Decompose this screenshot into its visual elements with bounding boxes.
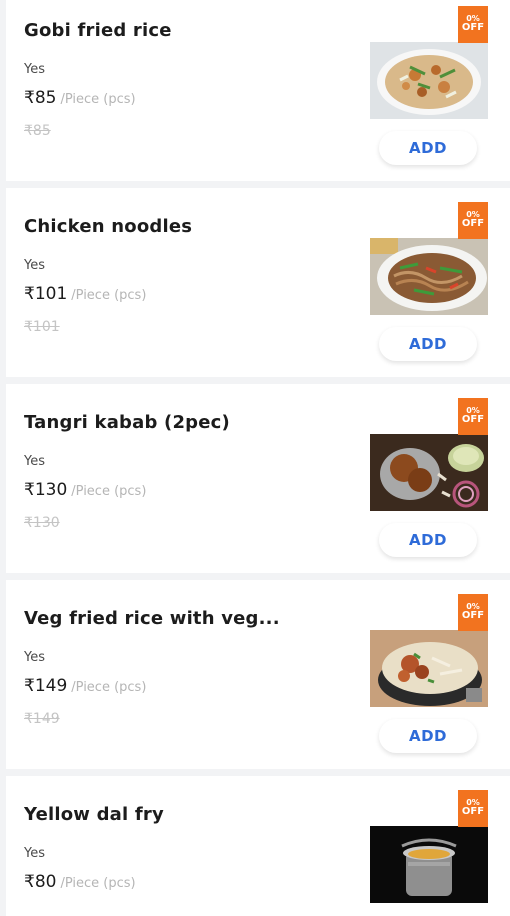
product-price: ₹85	[24, 88, 57, 108]
product-image[interactable]	[370, 238, 488, 315]
original-price: ₹130	[24, 515, 60, 531]
veg-indicator: Yes	[24, 846, 45, 861]
original-price: ₹101	[24, 319, 60, 335]
add-button[interactable]: ADD	[379, 327, 477, 361]
product-card[interactable]: Tangri kabab (2pec) Yes ₹130/Piece (pcs)…	[6, 384, 510, 573]
product-price: ₹80	[24, 872, 57, 892]
add-button[interactable]: ADD	[379, 719, 477, 753]
price-unit: /Piece (pcs)	[71, 288, 147, 303]
veg-indicator: Yes	[24, 454, 45, 469]
product-card[interactable]: Chicken noodles Yes ₹101/Piece (pcs) ₹10…	[6, 188, 510, 377]
discount-badge: 0% OFF	[458, 202, 488, 239]
veg-indicator: Yes	[24, 650, 45, 665]
product-card[interactable]: Yellow dal fry Yes ₹80/Piece (pcs) 0% OF…	[6, 776, 510, 916]
product-name[interactable]: Yellow dal fry	[24, 804, 354, 825]
veg-indicator: Yes	[24, 258, 45, 273]
price-row: ₹101/Piece (pcs)	[24, 284, 146, 304]
product-name[interactable]: Veg fried rice with veg...	[24, 608, 354, 629]
add-button[interactable]: ADD	[379, 131, 477, 165]
price-row: ₹80/Piece (pcs)	[24, 872, 136, 892]
product-image[interactable]	[370, 826, 488, 903]
original-price: ₹85	[24, 123, 51, 139]
product-name[interactable]: Gobi fried rice	[24, 20, 354, 41]
product-price: ₹101	[24, 284, 68, 304]
discount-badge: 0% OFF	[458, 6, 488, 43]
product-name[interactable]: Tangri kabab (2pec)	[24, 412, 354, 433]
discount-badge: 0% OFF	[458, 594, 488, 631]
price-row: ₹85/Piece (pcs)	[24, 88, 136, 108]
product-name[interactable]: Chicken noodles	[24, 216, 354, 237]
product-price: ₹149	[24, 676, 68, 696]
price-unit: /Piece (pcs)	[71, 680, 147, 695]
product-image[interactable]	[370, 42, 488, 119]
veg-indicator: Yes	[24, 62, 45, 77]
product-image[interactable]	[370, 630, 488, 707]
price-row: ₹130/Piece (pcs)	[24, 480, 146, 500]
product-list: Gobi fried rice Yes ₹85/Piece (pcs) ₹85 …	[0, 0, 510, 916]
price-unit: /Piece (pcs)	[71, 484, 147, 499]
product-image[interactable]	[370, 434, 488, 511]
product-price: ₹130	[24, 480, 68, 500]
product-card[interactable]: Gobi fried rice Yes ₹85/Piece (pcs) ₹85 …	[6, 0, 510, 181]
price-row: ₹149/Piece (pcs)	[24, 676, 146, 696]
discount-badge: 0% OFF	[458, 790, 488, 827]
add-button[interactable]: ADD	[379, 523, 477, 557]
product-card[interactable]: Veg fried rice with veg... Yes ₹149/Piec…	[6, 580, 510, 769]
original-price: ₹149	[24, 711, 60, 727]
price-unit: /Piece (pcs)	[60, 876, 136, 891]
discount-badge: 0% OFF	[458, 398, 488, 435]
price-unit: /Piece (pcs)	[60, 92, 136, 107]
